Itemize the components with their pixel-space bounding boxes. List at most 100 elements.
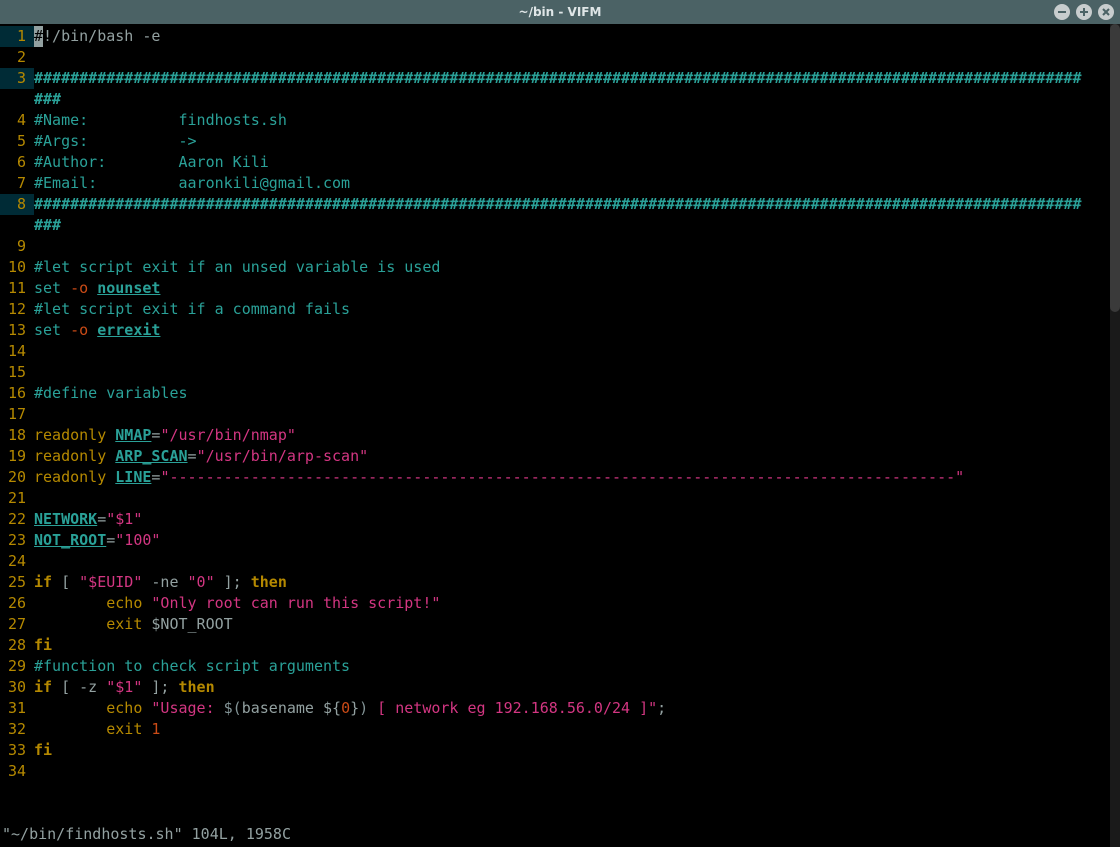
line-number: 13 — [0, 320, 34, 341]
code-content: readonly LINE="-------------------------… — [34, 467, 1116, 488]
minimize-icon[interactable] — [1054, 4, 1070, 20]
code-content — [34, 551, 1116, 572]
code-line: 10#let script exit if an unsed variable … — [0, 257, 1116, 278]
line-number: 4 — [0, 110, 34, 131]
line-number: 10 — [0, 257, 34, 278]
code-line: 21 — [0, 488, 1116, 509]
terminal[interactable]: 1#!/bin/bash -e23#######################… — [0, 24, 1120, 847]
code-line: 12#let script exit if a command fails — [0, 299, 1116, 320]
line-number: 20 — [0, 467, 34, 488]
code-line: 25if [ "$EUID" -ne "0" ]; then — [0, 572, 1116, 593]
code-line: 1#!/bin/bash -e — [0, 26, 1116, 47]
code-line: 23NOT_ROOT="100" — [0, 530, 1116, 551]
code-content — [34, 341, 1116, 362]
token: ########################################… — [34, 195, 1082, 213]
code-content: if [ "$EUID" -ne "0" ]; then — [34, 572, 1116, 593]
code-line: 20readonly LINE="-----------------------… — [0, 467, 1116, 488]
code-content: #Email: aaronkili@gmail.com — [34, 173, 1116, 194]
token — [34, 699, 106, 717]
scrollbar-thumb[interactable] — [1110, 24, 1120, 312]
line-number: 27 — [0, 614, 34, 635]
code-content: echo "Usage: $(basename ${0}) [ network … — [34, 698, 1116, 719]
token: "Only root can run this script!" — [151, 594, 440, 612]
token: if — [34, 573, 52, 591]
token: -ne — [142, 573, 187, 591]
token: 1 — [151, 720, 160, 738]
line-number: 9 — [0, 236, 34, 257]
line-number: 23 — [0, 530, 34, 551]
code-content: #let script exit if an unsed variable is… — [34, 257, 1116, 278]
line-number: 8 — [0, 194, 34, 215]
code-content — [34, 404, 1116, 425]
line-number: 26 — [0, 593, 34, 614]
titlebar: ~/bin - VIFM — [0, 0, 1120, 24]
token: #let script exit if an unsed variable is… — [34, 258, 440, 276]
line-number: 34 — [0, 761, 34, 782]
code-line: 18readonly NMAP="/usr/bin/nmap" — [0, 425, 1116, 446]
token: 0 — [341, 699, 350, 717]
token: "Usage: — [151, 699, 223, 717]
code-line: ### — [0, 215, 1116, 236]
token: readonly — [34, 468, 115, 486]
code-content — [34, 761, 1116, 782]
line-number — [0, 215, 34, 236]
line-number — [0, 89, 34, 110]
token: "---------------------------------------… — [160, 468, 964, 486]
line-number: 19 — [0, 446, 34, 467]
code-line: 33fi — [0, 740, 1116, 761]
line-number: 30 — [0, 677, 34, 698]
token: "/usr/bin/arp-scan" — [197, 447, 369, 465]
code-line: ### — [0, 89, 1116, 110]
line-number: 1 — [0, 26, 34, 47]
scrollbar[interactable] — [1110, 24, 1120, 847]
line-number: 11 — [0, 278, 34, 299]
code-line: 30if [ -z "$1" ]; then — [0, 677, 1116, 698]
token — [34, 615, 106, 633]
close-icon[interactable] — [1098, 4, 1114, 20]
token: nounset — [97, 279, 160, 297]
token: readonly — [34, 447, 115, 465]
token: echo — [106, 699, 151, 717]
line-number: 14 — [0, 341, 34, 362]
line-number: 18 — [0, 425, 34, 446]
line-number: 6 — [0, 152, 34, 173]
token: !/bin/bash -e — [43, 27, 160, 45]
code-content: set -o nounset — [34, 278, 1116, 299]
code-content: ########################################… — [34, 68, 1116, 89]
code-content — [34, 236, 1116, 257]
code-content: exit $NOT_ROOT — [34, 614, 1116, 635]
code-line: 22NETWORK="$1" — [0, 509, 1116, 530]
line-number: 7 — [0, 173, 34, 194]
token: exit — [106, 615, 151, 633]
token: errexit — [97, 321, 160, 339]
token — [34, 594, 106, 612]
token: ### — [34, 90, 61, 108]
code-content: fi — [34, 740, 1116, 761]
token: set — [34, 321, 70, 339]
token: ### — [34, 216, 61, 234]
code-area[interactable]: 1#!/bin/bash -e23#######################… — [0, 24, 1120, 782]
code-content: #function to check script arguments — [34, 656, 1116, 677]
code-content: echo "Only root can run this script!" — [34, 593, 1116, 614]
code-content: readonly ARP_SCAN="/usr/bin/arp-scan" — [34, 446, 1116, 467]
code-content: NOT_ROOT="100" — [34, 530, 1116, 551]
line-number: 15 — [0, 362, 34, 383]
code-line: 28fi — [0, 635, 1116, 656]
token: #Name: findhosts.sh — [34, 111, 287, 129]
token: "$1" — [106, 510, 142, 528]
maximize-icon[interactable] — [1076, 4, 1092, 20]
window-title: ~/bin - VIFM — [519, 5, 602, 19]
code-line: 9 — [0, 236, 1116, 257]
token: "0" — [188, 573, 215, 591]
token — [88, 321, 97, 339]
window-controls — [1054, 4, 1114, 20]
line-number: 12 — [0, 299, 34, 320]
line-number: 17 — [0, 404, 34, 425]
line-number: 33 — [0, 740, 34, 761]
token: #let script exit if a command fails — [34, 300, 350, 318]
line-number: 24 — [0, 551, 34, 572]
line-number: 28 — [0, 635, 34, 656]
code-line: 26 echo "Only root can run this script!" — [0, 593, 1116, 614]
code-content: ### — [34, 215, 1116, 236]
token: #Author: Aaron Kili — [34, 153, 269, 171]
